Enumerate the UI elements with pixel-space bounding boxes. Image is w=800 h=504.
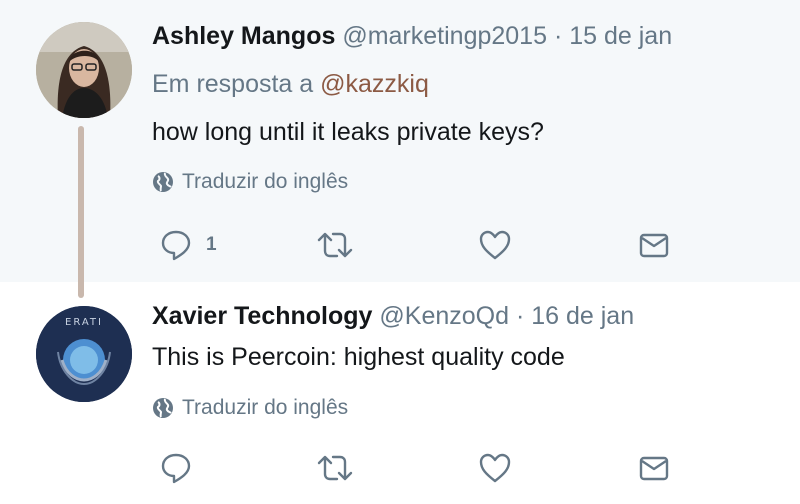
tweet-date[interactable]: 15 de jan [569, 22, 672, 50]
retweet-button[interactable] [316, 452, 354, 484]
reply-icon [161, 230, 191, 261]
avatar[interactable]: ERATI [36, 306, 132, 402]
reply-context: Em resposta a @kazzkiq [152, 70, 429, 99]
like-icon [479, 230, 511, 260]
globe-icon [153, 172, 173, 192]
like-icon [479, 453, 511, 483]
tweet-actions [0, 452, 800, 484]
retweet-button[interactable] [316, 229, 354, 261]
retweet-icon [317, 232, 353, 258]
avatar[interactable] [36, 22, 132, 118]
like-button[interactable] [478, 452, 512, 484]
svg-text:ERATI: ERATI [65, 317, 103, 328]
tweet-header: Ashley Mangos @marketingp2015 · 15 de ja… [152, 22, 672, 51]
reply-prefix: Em resposta a [152, 70, 314, 98]
tweet-header: Xavier Technology @KenzoQd · 16 de jan [152, 302, 634, 331]
separator: · [553, 22, 563, 50]
direct-message-icon [639, 233, 669, 258]
translate-label: Traduzir do inglês [182, 170, 349, 193]
direct-message-icon [639, 456, 669, 481]
direct-message-button[interactable] [638, 452, 670, 484]
separator: · [515, 302, 525, 330]
translate-link[interactable]: Traduzir do inglês [152, 170, 348, 194]
reply-mention-link[interactable]: @kazzkiq [320, 70, 429, 98]
avatar-photo [36, 22, 132, 118]
author-handle[interactable]: @KenzoQd [379, 302, 509, 330]
reply-button[interactable]: 1 [160, 229, 217, 261]
direct-message-button[interactable] [638, 229, 670, 261]
tweet-xavier[interactable]: ERATI Xavier Technology @KenzoQd · 16 de… [0, 282, 800, 504]
like-button[interactable] [478, 229, 512, 261]
author-name[interactable]: Xavier Technology [152, 302, 372, 330]
retweet-icon [317, 455, 353, 481]
tweet-text: This is Peercoin: highest quality code [152, 343, 565, 371]
tweet-date[interactable]: 16 de jan [531, 302, 634, 330]
reply-button[interactable] [160, 452, 192, 484]
translate-label: Traduzir do inglês [182, 396, 349, 419]
avatar-logo: ERATI [36, 306, 132, 402]
reply-count: 1 [206, 234, 217, 255]
author-handle[interactable]: @marketingp2015 [342, 22, 547, 50]
tweet-actions: 1 [0, 229, 800, 261]
thread-connector-line [78, 126, 84, 298]
translate-link[interactable]: Traduzir do inglês [152, 396, 348, 420]
globe-icon [153, 398, 173, 418]
reply-icon [161, 453, 191, 484]
tweet-text: how long until it leaks private keys? [152, 118, 544, 146]
author-name[interactable]: Ashley Mangos [152, 22, 335, 50]
tweet-ashley[interactable]: Ashley Mangos @marketingp2015 · 15 de ja… [0, 0, 800, 282]
